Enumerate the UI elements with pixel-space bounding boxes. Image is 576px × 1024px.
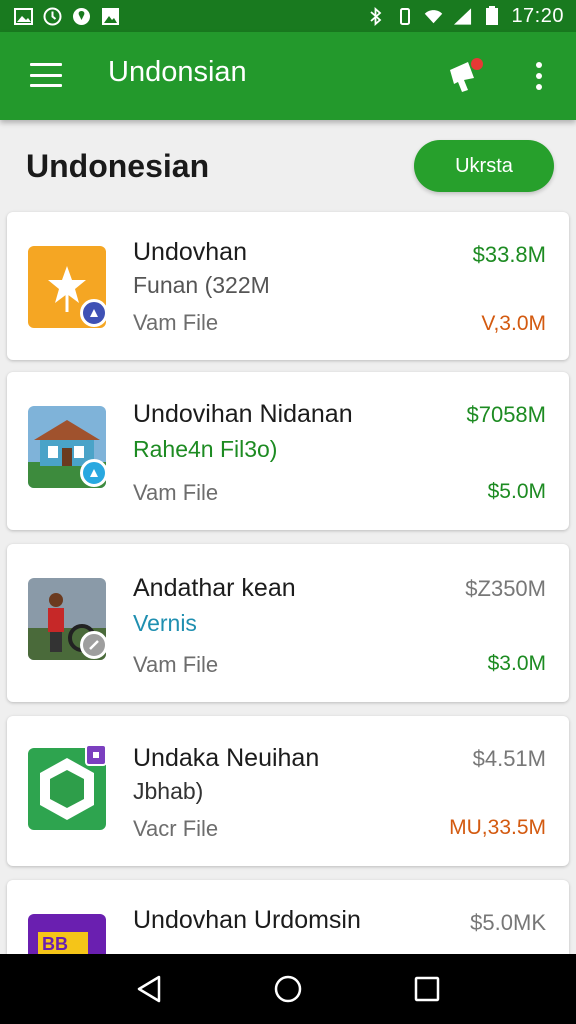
svg-text:BB: BB	[42, 934, 68, 954]
badge-icon	[85, 744, 107, 766]
more-options-icon	[536, 62, 542, 68]
item-subtitle: Funan (322M	[133, 272, 270, 298]
recents-button[interactable]	[407, 969, 447, 1009]
menu-button[interactable]	[28, 60, 64, 90]
item-price: $33.8M	[472, 242, 546, 267]
location-icon	[72, 7, 91, 26]
image-icon	[101, 7, 120, 26]
home-icon	[274, 975, 302, 1003]
list-item[interactable]: Undovhan Funan (322M Vam File $33.8M V,3…	[7, 212, 569, 360]
item-price: $7058M	[466, 402, 546, 427]
item-type: Vam File	[133, 652, 219, 677]
status-time: 17:20	[511, 4, 564, 27]
item-subtitle: Rahe4n Fil3o)	[133, 436, 278, 462]
status-bar: 17:20	[0, 0, 576, 32]
list-item[interactable]: Undovihan Nidanan Rahe4n Fil3o) Vam File…	[7, 372, 569, 530]
item-type: Vacr File	[133, 816, 219, 841]
item-size: $5.0M	[487, 480, 546, 503]
item-price: $4.51M	[472, 746, 546, 771]
app-thumbnail: BB	[28, 914, 106, 954]
more-options-button[interactable]	[528, 58, 550, 94]
signal-icon	[453, 7, 472, 26]
item-name: Undovhan	[133, 238, 247, 266]
item-type: Vam File	[133, 310, 219, 335]
battery-icon	[482, 6, 501, 26]
menu-icon	[30, 63, 62, 66]
navigation-bar	[0, 954, 576, 1024]
purple-app-icon: BB	[28, 914, 106, 954]
item-size: MU,33.5M	[449, 816, 546, 839]
vibrate-icon	[395, 7, 414, 26]
app-bar: Undonsian	[0, 32, 576, 120]
app-title: Undonsian	[108, 56, 247, 88]
notification-button[interactable]	[444, 54, 486, 96]
item-size: $3.0M	[487, 652, 546, 675]
badge-icon	[80, 299, 108, 327]
list-item[interactable]: Andathar kean Vernis Vam File $Z350M $3.…	[7, 544, 569, 702]
upload-button[interactable]: Ukrsta	[414, 140, 554, 192]
clock-icon	[43, 7, 62, 26]
item-price: $5.0MK	[470, 910, 546, 935]
badge-icon	[80, 631, 108, 659]
status-right: 17:20	[366, 5, 564, 28]
item-name: Undovihan Nidanan	[133, 400, 353, 428]
item-subtitle: Vernis	[133, 610, 197, 636]
gallery-icon	[14, 7, 33, 26]
back-icon	[138, 975, 161, 1003]
back-button[interactable]	[129, 969, 169, 1009]
home-button[interactable]	[268, 969, 308, 1009]
list-item[interactable]: BB Undovhan Urdomsin $5.0MK	[7, 880, 569, 954]
item-name: Undaka Neuihan	[133, 744, 320, 772]
item-size: V,3.0M	[481, 312, 546, 335]
item-name: Undovhan Urdomsin	[133, 906, 361, 934]
list-item[interactable]: Undaka Neuihan Jbhab) Vacr File $4.51M M…	[7, 716, 569, 866]
notification-icon	[450, 58, 483, 92]
item-type: Vam File	[133, 480, 219, 505]
status-left	[14, 7, 120, 26]
recents-icon	[414, 976, 439, 1002]
wifi-icon	[424, 7, 443, 26]
item-subtitle: Jbhab)	[133, 778, 204, 804]
section-title: Undonesian	[26, 148, 210, 184]
item-price: $Z350M	[465, 576, 546, 601]
badge-icon	[80, 459, 108, 487]
item-name: Andathar kean	[133, 574, 296, 602]
bluetooth-icon	[366, 6, 385, 26]
